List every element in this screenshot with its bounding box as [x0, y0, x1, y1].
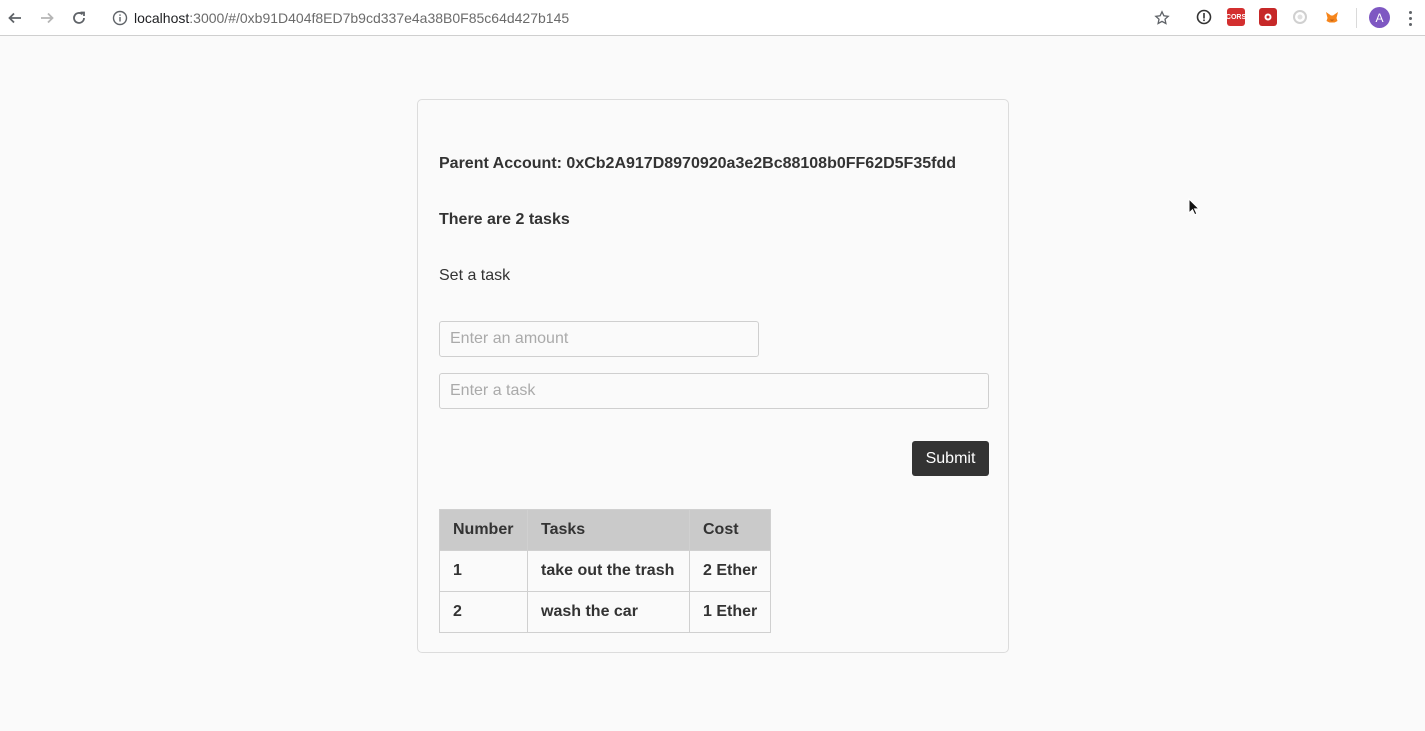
set-task-heading: Set a task [439, 267, 511, 284]
reload-button[interactable] [67, 6, 91, 30]
header-tasks: Tasks [527, 509, 690, 551]
extension-red-icon[interactable] [1259, 8, 1277, 26]
site-info-icon[interactable] [106, 4, 134, 32]
header-number: Number [439, 509, 528, 551]
amount-input[interactable] [439, 321, 759, 357]
task-input[interactable] [439, 373, 989, 409]
cell-task: take out the trash [527, 550, 690, 592]
cell-cost: 2 Ether [688, 550, 772, 592]
arrow-left-icon [8, 12, 21, 24]
table-header-row: Number Tasks Cost [439, 509, 772, 551]
metamask-fox-icon[interactable] [1323, 8, 1341, 26]
table-row: 2 wash the car 1 Ether [439, 591, 772, 633]
back-button[interactable] [3, 6, 27, 30]
extension-circle-icon[interactable] [1291, 8, 1309, 26]
cors-extension-icon[interactable]: CORS [1226, 8, 1246, 26]
cell-task: wash the car [527, 591, 690, 633]
profile-avatar[interactable]: A [1369, 7, 1390, 28]
table-row: 1 take out the trash 2 Ether [439, 550, 772, 592]
browser-toolbar: localhost:3000/#/0xb91D404f8ED7b9cd337e4… [0, 0, 1425, 36]
arrow-right-icon [41, 12, 54, 24]
tasks-table: Number Tasks Cost 1 take out the trash 2… [439, 509, 772, 633]
header-cost: Cost [688, 509, 772, 551]
mouse-cursor-icon [1188, 198, 1200, 216]
reload-icon [73, 11, 85, 24]
info-extension-icon[interactable] [1195, 8, 1213, 26]
browser-menu-icon[interactable] [1400, 6, 1420, 30]
submit-button[interactable]: Submit [912, 441, 989, 476]
cell-cost: 1 Ether [688, 591, 772, 633]
task-card: Parent Account: 0xCb2A917D8970920a3e2Bc8… [417, 99, 1009, 653]
bookmark-star-icon[interactable] [1150, 6, 1174, 30]
forward-button[interactable] [35, 6, 59, 30]
cell-number: 1 [439, 550, 528, 592]
url-host: localhost [134, 10, 190, 26]
task-count-text: There are 2 tasks [439, 211, 570, 228]
cell-number: 2 [439, 591, 528, 633]
toolbar-separator [1356, 8, 1357, 28]
parent-account-label: Parent Account: 0xCb2A917D8970920a3e2Bc8… [439, 155, 956, 172]
url-path: :3000/#/0xb91D404f8ED7b9cd337e4a38B0F85c… [189, 10, 570, 26]
address-bar[interactable]: localhost:3000/#/0xb91D404f8ED7b9cd337e4… [106, 4, 1186, 32]
